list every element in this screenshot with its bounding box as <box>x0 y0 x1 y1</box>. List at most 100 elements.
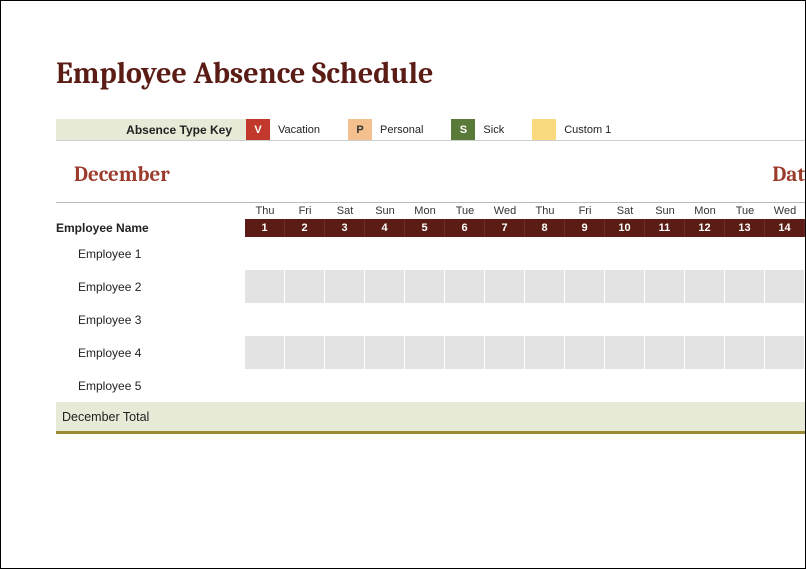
absence-cell[interactable] <box>325 270 365 303</box>
total-cell <box>765 402 805 431</box>
absence-cell[interactable] <box>725 303 765 336</box>
absence-cell[interactable] <box>645 303 685 336</box>
absence-cell[interactable] <box>325 336 365 369</box>
day-number: 14 <box>765 219 805 237</box>
absence-cell[interactable] <box>445 369 485 402</box>
absence-cell[interactable] <box>325 369 365 402</box>
absence-cell[interactable] <box>565 336 605 369</box>
legend-swatch: P <box>348 119 372 140</box>
absence-cell[interactable] <box>285 237 325 270</box>
absence-cell[interactable] <box>565 237 605 270</box>
day-header: Fri2 <box>285 203 325 237</box>
absence-cell[interactable] <box>605 336 645 369</box>
absence-cell[interactable] <box>485 270 525 303</box>
absence-cell[interactable] <box>245 303 285 336</box>
day-of-week: Sat <box>325 203 365 219</box>
absence-cell[interactable] <box>605 369 645 402</box>
absence-cell[interactable] <box>485 369 525 402</box>
employee-row: Employee 4 <box>56 336 805 369</box>
day-header: Sat3 <box>325 203 365 237</box>
page-container: Employee Absence Schedule Absence Type K… <box>0 0 806 569</box>
absence-cell[interactable] <box>765 237 805 270</box>
absence-cell[interactable] <box>685 303 725 336</box>
absence-cell[interactable] <box>245 237 285 270</box>
absence-cell[interactable] <box>725 270 765 303</box>
absence-cell[interactable] <box>405 336 445 369</box>
absence-cell[interactable] <box>485 336 525 369</box>
absence-cell[interactable] <box>245 336 285 369</box>
employee-name: Employee 4 <box>56 336 245 369</box>
absence-cell[interactable] <box>565 369 605 402</box>
day-of-week: Wed <box>485 203 525 219</box>
absence-cell[interactable] <box>645 270 685 303</box>
absence-cell[interactable] <box>685 270 725 303</box>
day-of-week: Thu <box>525 203 565 219</box>
absence-cell[interactable] <box>325 303 365 336</box>
absence-cell[interactable] <box>405 237 445 270</box>
employee-row: Employee 5 <box>56 369 805 402</box>
day-number: 2 <box>285 219 325 237</box>
day-header: Wed7 <box>485 203 525 237</box>
absence-cell[interactable] <box>605 237 645 270</box>
absence-cell[interactable] <box>765 369 805 402</box>
absence-cell[interactable] <box>405 270 445 303</box>
absence-cell[interactable] <box>405 369 445 402</box>
absence-cell[interactable] <box>365 303 405 336</box>
absence-cell[interactable] <box>365 270 405 303</box>
absence-cell[interactable] <box>725 237 765 270</box>
absence-cell[interactable] <box>525 303 565 336</box>
absence-cell[interactable] <box>445 336 485 369</box>
absence-cell[interactable] <box>445 237 485 270</box>
absence-cell[interactable] <box>525 270 565 303</box>
day-header: Fri9 <box>565 203 605 237</box>
absence-cell[interactable] <box>605 270 645 303</box>
absence-cell[interactable] <box>365 237 405 270</box>
month-total-cells <box>245 402 805 431</box>
absence-cell[interactable] <box>245 270 285 303</box>
absence-cell[interactable] <box>285 369 325 402</box>
absence-cell[interactable] <box>525 336 565 369</box>
day-header: Sat10 <box>605 203 645 237</box>
absence-cell[interactable] <box>245 369 285 402</box>
absence-cell[interactable] <box>285 336 325 369</box>
day-number: 7 <box>485 219 525 237</box>
legend-text: Sick <box>483 124 504 136</box>
day-of-week: Fri <box>285 203 325 219</box>
absence-cell[interactable] <box>525 237 565 270</box>
absence-cell[interactable] <box>365 336 405 369</box>
absence-cell[interactable] <box>445 270 485 303</box>
absence-cell[interactable] <box>765 336 805 369</box>
absence-cell[interactable] <box>725 369 765 402</box>
absence-cell[interactable] <box>365 369 405 402</box>
absence-cell[interactable] <box>285 303 325 336</box>
absence-cell[interactable] <box>605 303 645 336</box>
day-number: 12 <box>685 219 725 237</box>
absence-cell[interactable] <box>285 270 325 303</box>
day-number: 5 <box>405 219 445 237</box>
day-number: 3 <box>325 219 365 237</box>
absence-cell[interactable] <box>645 336 685 369</box>
absence-cell[interactable] <box>325 237 365 270</box>
absence-cell[interactable] <box>645 237 685 270</box>
total-cell <box>725 402 765 431</box>
absence-cell[interactable] <box>405 303 445 336</box>
day-header: Thu1 <box>245 203 285 237</box>
legend-swatch: S <box>451 119 475 140</box>
absence-cell[interactable] <box>685 237 725 270</box>
absence-cell[interactable] <box>525 369 565 402</box>
absence-cell[interactable] <box>685 336 725 369</box>
employee-row: Employee 1 <box>56 237 805 270</box>
absence-cell[interactable] <box>565 270 605 303</box>
absence-cell[interactable] <box>565 303 605 336</box>
absence-cell[interactable] <box>445 303 485 336</box>
absence-cell[interactable] <box>765 303 805 336</box>
employee-rows: Employee 1Employee 2Employee 3Employee 4… <box>56 237 805 402</box>
absence-cell[interactable] <box>685 369 725 402</box>
legend-item: PPersonal <box>348 119 423 140</box>
absence-cell[interactable] <box>485 303 525 336</box>
absence-cell[interactable] <box>485 237 525 270</box>
absence-cell[interactable] <box>765 270 805 303</box>
absence-cell[interactable] <box>725 336 765 369</box>
employee-name: Employee 2 <box>56 270 245 303</box>
absence-cell[interactable] <box>645 369 685 402</box>
